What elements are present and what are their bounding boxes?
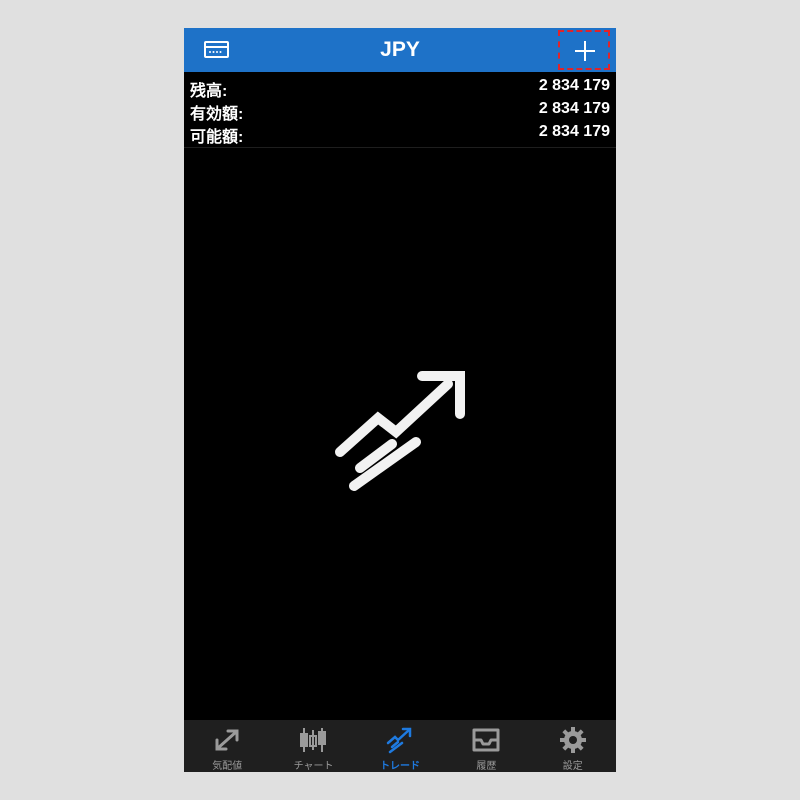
tab-quotes-label: 気配値	[212, 761, 243, 772]
balance-row: 残高: 2 834 179	[184, 74, 616, 100]
free-margin-label: 可能額:	[190, 129, 244, 146]
page-title: JPY	[380, 38, 420, 61]
bottom-tab-bar: 気配値 チャート トレード 履歴 設定	[184, 720, 616, 772]
tab-quotes[interactable]: 気配値	[184, 720, 270, 772]
quotes-icon	[212, 726, 242, 754]
candlestick-icon	[298, 726, 328, 754]
phone-screen: JPY 残高: 2 834 179 有効額: 2 834 179 可能額: 2 …	[184, 28, 616, 772]
tab-history[interactable]: 履歴	[443, 720, 529, 772]
tab-settings[interactable]: 設定	[530, 720, 616, 772]
tab-chart-label: チャート	[293, 761, 334, 772]
equity-value: 2 834 179	[538, 100, 610, 117]
history-inbox-icon	[471, 726, 501, 754]
plus-icon	[575, 41, 595, 61]
trade-icon	[385, 726, 415, 754]
trade-trend-icon	[330, 368, 480, 503]
balance-value: 2 834 179	[538, 77, 610, 94]
tab-trade-label: トレード	[379, 761, 420, 772]
tab-settings-label: 設定	[562, 761, 583, 772]
gear-icon	[558, 726, 588, 754]
tab-chart[interactable]: チャート	[270, 720, 356, 772]
add-order-button[interactable]	[558, 30, 610, 70]
tab-history-label: 履歴	[476, 761, 497, 772]
equity-row: 有効額: 2 834 179	[184, 97, 616, 123]
account-summary: 残高: 2 834 179 有効額: 2 834 179 可能額: 2 834 …	[184, 72, 616, 148]
tab-trade[interactable]: トレード	[357, 720, 443, 772]
free-margin-value: 2 834 179	[538, 123, 610, 140]
free-margin-row: 可能額: 2 834 179	[184, 120, 616, 146]
top-app-bar: JPY	[184, 28, 616, 72]
